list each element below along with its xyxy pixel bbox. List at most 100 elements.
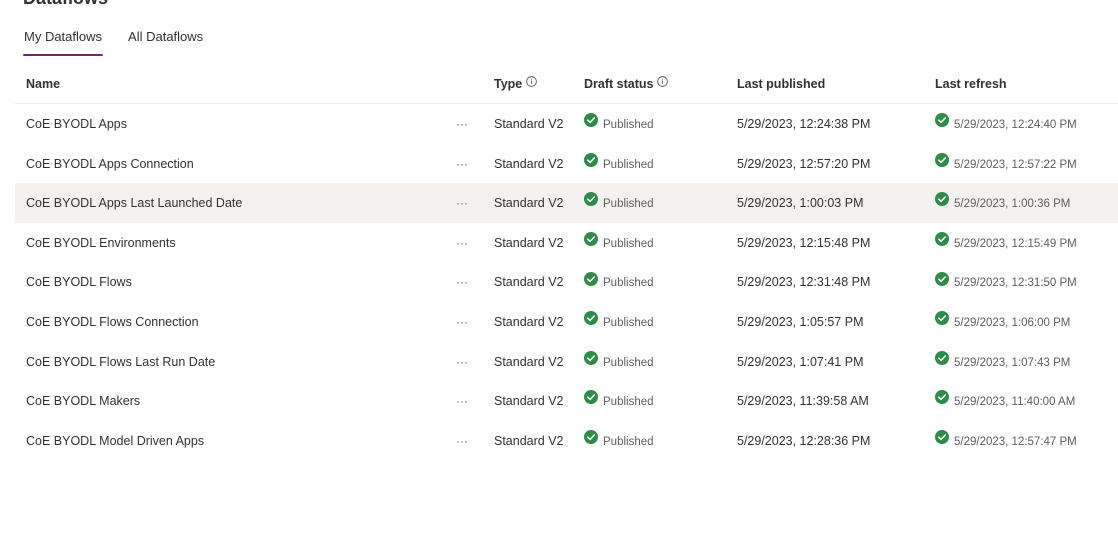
more-options-icon[interactable]: ··· <box>455 183 469 223</box>
last-refresh-label: 5/29/2023, 1:06:00 PM <box>954 316 1071 329</box>
last-refresh[interactable]: 5/29/2023, 1:06:00 PM <box>935 302 1070 342</box>
dataflow-type: Standard V2 <box>494 275 564 290</box>
check-circle-icon <box>935 420 949 460</box>
last-refresh[interactable]: 5/29/2023, 11:40:00 AM <box>935 381 1075 421</box>
last-refresh-label: 5/29/2023, 12:31:50 PM <box>954 277 1077 290</box>
more-options-icon[interactable]: ··· <box>455 302 469 342</box>
last-refresh-label: 5/29/2023, 12:57:47 PM <box>954 435 1077 448</box>
last-refresh[interactable]: 5/29/2023, 12:31:50 PM <box>935 262 1077 302</box>
more-options-icon[interactable]: ··· <box>455 262 469 302</box>
table-row[interactable]: CoE BYODL Model Driven Apps ··· Standard V… <box>15 421 1118 461</box>
column-header-last-refresh[interactable]: Last refresh <box>935 64 1007 103</box>
dataflow-type: Standard V2 <box>494 235 564 250</box>
check-circle-icon <box>584 143 598 183</box>
draft-status: Published <box>584 302 654 342</box>
last-published: 5/29/2023, 12:28:36 PM <box>737 433 871 448</box>
more-options-icon[interactable]: ··· <box>455 144 469 184</box>
table-body: CoE BYODL Apps ··· Standard V2 Published 5/2… <box>15 104 1118 460</box>
column-header-name-label: Name <box>26 77 61 91</box>
last-published: 5/29/2023, 12:31:48 PM <box>737 275 871 290</box>
table-row[interactable]: CoE BYODL Flows ··· Standard V2 Published 5/… <box>15 262 1118 302</box>
table-row[interactable]: CoE BYODL Flows Last Run Date ··· Standard… <box>15 342 1118 382</box>
check-circle-icon <box>935 103 949 143</box>
check-circle-icon <box>584 301 598 341</box>
check-circle-icon <box>584 262 598 302</box>
check-circle-icon <box>584 103 598 143</box>
table-header: Name Type Draft status Last published La… <box>15 64 1118 104</box>
check-circle-icon <box>584 222 598 262</box>
table-row[interactable]: CoE BYODL Apps ··· Standard V2 Published 5/2… <box>15 104 1118 144</box>
page-title: Dataflows <box>23 0 108 8</box>
draft-status-label: Published <box>603 396 654 409</box>
tab-bar: My Dataflows All Dataflows <box>23 27 228 56</box>
column-header-name[interactable]: Name <box>26 64 60 103</box>
dataflow-type: Standard V2 <box>494 394 564 409</box>
draft-status-label: Published <box>603 435 654 448</box>
more-options-icon[interactable]: ··· <box>455 342 469 382</box>
last-refresh[interactable]: 5/29/2023, 12:57:47 PM <box>935 421 1077 461</box>
info-icon[interactable] <box>526 63 538 104</box>
check-circle-icon <box>935 182 949 222</box>
draft-status: Published <box>584 144 654 184</box>
dataflow-name[interactable]: CoE BYODL Flows <box>26 262 132 302</box>
table-row[interactable]: CoE BYODL Apps Connection ··· Standard V2 P… <box>15 144 1118 184</box>
column-header-last-published[interactable]: Last published <box>737 64 825 103</box>
last-refresh[interactable]: 5/29/2023, 1:07:43 PM <box>935 342 1070 382</box>
last-published: 5/29/2023, 11:39:58 AM <box>737 394 869 409</box>
check-circle-icon <box>935 341 949 381</box>
last-refresh-label: 5/29/2023, 1:00:36 PM <box>954 198 1071 211</box>
tab-my-dataflows[interactable]: My Dataflows <box>23 27 104 56</box>
check-circle-icon <box>584 420 598 460</box>
dataflows-table: Name Type Draft status Last published La… <box>15 64 1118 460</box>
draft-status-label: Published <box>603 356 654 369</box>
table-row[interactable]: CoE BYODL Environments ··· Standard V2 Publ… <box>15 223 1118 263</box>
last-refresh[interactable]: 5/29/2023, 12:24:40 PM <box>935 104 1077 144</box>
dataflows-page: Dataflows My Dataflows All Dataflows Nam… <box>0 0 1118 545</box>
column-header-draft-status[interactable]: Draft status <box>584 63 669 104</box>
draft-status-label: Published <box>603 119 654 131</box>
draft-status-label: Published <box>603 316 654 329</box>
last-refresh-label: 5/29/2023, 1:07:43 PM <box>954 356 1071 369</box>
tab-all-dataflows[interactable]: All Dataflows <box>127 27 204 56</box>
check-circle-icon <box>584 182 598 222</box>
draft-status: Published <box>584 262 654 302</box>
dataflow-name[interactable]: CoE BYODL Flows Connection <box>26 302 199 342</box>
table-row[interactable]: CoE BYODL Makers ··· Standard V2 Published 5… <box>15 381 1118 421</box>
last-refresh[interactable]: 5/29/2023, 12:15:49 PM <box>935 223 1077 263</box>
more-options-icon[interactable]: ··· <box>455 381 469 421</box>
dataflow-name[interactable]: CoE BYODL Apps Connection <box>26 144 194 184</box>
table-row[interactable]: CoE BYODL Flows Connection ··· Standard V2… <box>15 302 1118 342</box>
dataflow-name[interactable]: CoE BYODL Apps <box>26 104 127 144</box>
check-circle-icon <box>584 341 598 381</box>
column-header-type[interactable]: Type <box>494 63 538 104</box>
draft-status: Published <box>584 183 654 223</box>
dataflow-name[interactable]: CoE BYODL Environments <box>26 223 176 263</box>
more-options-icon[interactable]: ··· <box>455 104 469 144</box>
more-options-icon[interactable]: ··· <box>455 421 469 461</box>
draft-status: Published <box>584 223 654 263</box>
dataflow-name[interactable]: CoE BYODL Model Driven Apps <box>26 421 204 461</box>
last-refresh[interactable]: 5/29/2023, 1:00:36 PM <box>935 183 1070 223</box>
draft-status: Published <box>584 381 654 421</box>
column-header-draft-status-label: Draft status <box>584 77 654 91</box>
draft-status: Published <box>584 104 654 144</box>
more-options-icon[interactable]: ··· <box>455 223 469 263</box>
check-circle-icon <box>935 143 949 183</box>
check-circle-icon <box>584 380 598 420</box>
last-refresh-label: 5/29/2023, 12:24:40 PM <box>954 119 1077 131</box>
check-circle-icon <box>935 380 949 420</box>
dataflow-name[interactable]: CoE BYODL Flows Last Run Date <box>26 342 215 382</box>
dataflow-name[interactable]: CoE BYODL Makers <box>26 381 140 421</box>
dataflow-name[interactable]: CoE BYODL Apps Last Launched Date <box>26 183 242 223</box>
table-row[interactable]: CoE BYODL Apps Last Launched Date ··· Stan… <box>15 183 1118 223</box>
draft-status-label: Published <box>603 237 654 250</box>
dataflow-type: Standard V2 <box>494 314 564 329</box>
last-published: 5/29/2023, 1:00:03 PM <box>737 196 864 211</box>
draft-status-label: Published <box>603 198 654 211</box>
last-published: 5/29/2023, 12:15:48 PM <box>737 235 871 250</box>
last-refresh-label: 5/29/2023, 12:57:22 PM <box>954 158 1077 171</box>
info-icon[interactable] <box>657 63 669 104</box>
last-refresh[interactable]: 5/29/2023, 12:57:22 PM <box>935 144 1077 184</box>
check-circle-icon <box>935 301 949 341</box>
last-refresh-label: 5/29/2023, 11:40:00 AM <box>954 396 1076 409</box>
